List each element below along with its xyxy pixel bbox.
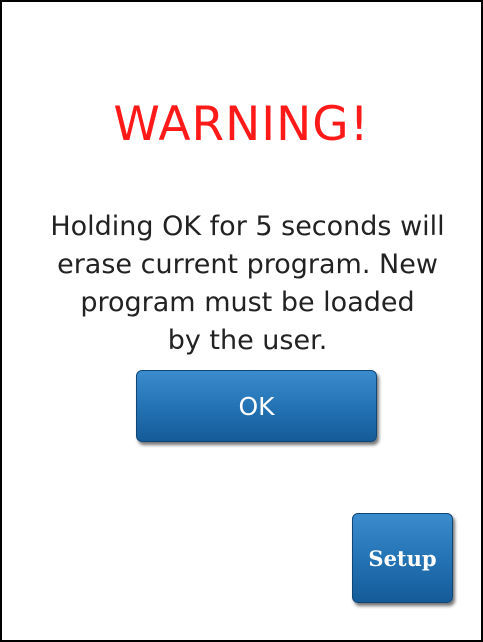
message-line-3: program must be loaded <box>80 287 415 318</box>
warning-title: WARNING! <box>113 97 370 152</box>
setup-button[interactable]: Setup <box>352 513 453 603</box>
message-line-4: by the user. <box>167 325 328 356</box>
warning-message: Holding OK for 5 seconds will erase curr… <box>22 208 473 360</box>
warning-screen: WARNING! Holding OK for 5 seconds will e… <box>0 0 483 642</box>
ok-button[interactable]: OK <box>136 370 377 442</box>
message-line-1: Holding OK for 5 seconds will <box>50 211 445 242</box>
message-line-2: erase current program. New <box>57 249 438 280</box>
